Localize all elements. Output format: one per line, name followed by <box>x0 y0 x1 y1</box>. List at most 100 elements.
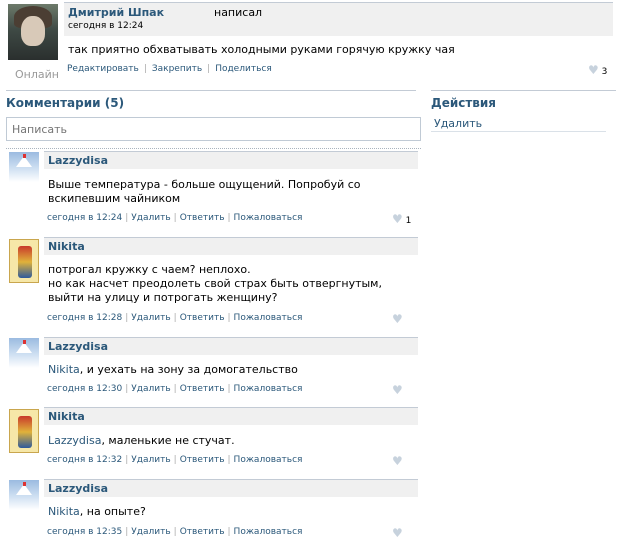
actions-title: Действия <box>431 96 497 110</box>
mention-link[interactable]: Nikita <box>48 363 80 376</box>
comment-author[interactable]: Nikita <box>48 410 85 423</box>
comment-like-button[interactable]: ♥ <box>392 313 403 326</box>
post-header: Дмитрий Шпак написал сегодня в 12:24 <box>64 2 613 36</box>
separator: | <box>207 64 211 74</box>
card-figure <box>18 246 32 278</box>
comment-header: Nikita <box>44 407 418 425</box>
comment-meta: сегодня в 12:28 | Удалить | Ответить | Пожалов… <box>47 313 302 323</box>
comment-date[interactable]: сегодня в 12:30 <box>47 384 122 394</box>
separator: | <box>173 455 177 465</box>
heart-icon: ♥ <box>392 212 403 226</box>
heart-icon: ♥ <box>588 63 599 77</box>
avatar-face <box>21 16 45 46</box>
comment-text: потрогал кружку с чаем? неплохо. но как … <box>48 263 382 304</box>
separator: | <box>227 384 231 394</box>
mountain-avatar[interactable] <box>9 480 39 510</box>
comment-text-wrap: Nikita, на опыте? <box>48 505 408 519</box>
separator: | <box>125 313 129 323</box>
online-status: Онлайн <box>15 68 59 81</box>
comment-text: , маленькие не стучат. <box>101 434 235 447</box>
playing-card-avatar[interactable] <box>9 409 39 453</box>
comment-date[interactable]: сегодня в 12:28 <box>47 313 122 323</box>
separator: | <box>173 384 177 394</box>
comment-header: Lazzydisa <box>44 151 418 169</box>
flag-shape <box>23 482 26 486</box>
post-date[interactable]: сегодня в 12:24 <box>68 21 143 31</box>
pin-link[interactable]: Закрепить <box>152 64 202 74</box>
comment-header: Lazzydisa <box>44 337 418 355</box>
comment-header: Nikita <box>44 237 418 255</box>
comment-author[interactable]: Nikita <box>48 240 85 253</box>
post-verb: написал <box>214 6 263 19</box>
divider <box>6 90 416 91</box>
heart-icon: ♥ <box>392 454 403 468</box>
comments-title: Комментарии (5) <box>6 96 125 110</box>
reply-link[interactable]: Ответить <box>180 213 225 223</box>
delete-comment-link[interactable]: Удалить <box>131 527 170 537</box>
mountain-avatar[interactable] <box>9 338 39 368</box>
playing-card-avatar[interactable] <box>9 239 39 283</box>
delete-comment-link[interactable]: Удалить <box>131 384 170 394</box>
flag-shape <box>23 154 26 158</box>
divider <box>431 90 616 91</box>
dotted-divider <box>6 148 421 149</box>
edit-link[interactable]: Редактировать <box>67 64 139 74</box>
separator: | <box>125 455 129 465</box>
mention-link[interactable]: Nikita <box>48 505 80 518</box>
comment-like-button[interactable]: ♥ <box>392 384 403 397</box>
reply-link[interactable]: Ответить <box>180 527 225 537</box>
mountain-avatar[interactable] <box>9 152 39 182</box>
separator: | <box>125 384 129 394</box>
comment-like-button[interactable]: ♥ <box>392 455 403 468</box>
post-text: так приятно обхватывать холодными руками… <box>68 43 455 56</box>
comment-like-button[interactable]: ♥ <box>392 527 403 540</box>
separator: | <box>227 527 231 537</box>
post-author-avatar[interactable] <box>8 4 58 60</box>
separator: | <box>227 313 231 323</box>
comment-author[interactable]: Lazzydisa <box>48 482 108 495</box>
comment-text-wrap: Lazzydisa, маленькие не стучат. <box>48 434 408 448</box>
heart-icon: ♥ <box>392 526 403 540</box>
comment-date[interactable]: сегодня в 12:32 <box>47 455 122 465</box>
report-link[interactable]: Пожаловаться <box>234 527 303 537</box>
report-link[interactable]: Пожаловаться <box>234 384 303 394</box>
comment-text: , и уехать на зону за домогательство <box>79 363 298 376</box>
report-link[interactable]: Пожаловаться <box>234 313 303 323</box>
separator: | <box>227 455 231 465</box>
comment-like-count: 1 <box>405 216 412 226</box>
separator: | <box>173 313 177 323</box>
post-author-name[interactable]: Дмитрий Шпак <box>68 6 164 19</box>
separator: | <box>125 527 129 537</box>
reply-link[interactable]: Ответить <box>180 313 225 323</box>
comment-author[interactable]: Lazzydisa <box>48 154 108 167</box>
comment-like-button[interactable]: ♥ 1 <box>392 213 411 226</box>
separator: | <box>143 64 147 74</box>
mention-link[interactable]: Lazzydisa <box>48 434 101 447</box>
comment-text: , на опыте? <box>79 505 146 518</box>
comment-header: Lazzydisa <box>44 479 418 497</box>
comment-author[interactable]: Lazzydisa <box>48 340 108 353</box>
comment-date[interactable]: сегодня в 12:24 <box>47 213 122 223</box>
comment-meta: сегодня в 12:30 | Удалить | Ответить | Пожалов… <box>47 384 302 394</box>
delete-post-link[interactable]: Удалить <box>434 117 482 130</box>
comment-input[interactable] <box>6 117 421 141</box>
delete-comment-link[interactable]: Удалить <box>131 313 170 323</box>
comment-text: Выше температура - больше ощущений. Попр… <box>48 178 361 205</box>
reply-link[interactable]: Ответить <box>180 455 225 465</box>
report-link[interactable]: Пожаловаться <box>234 455 303 465</box>
post-like-count: 3 <box>601 67 608 77</box>
delete-comment-link[interactable]: Удалить <box>131 455 170 465</box>
divider <box>431 131 606 132</box>
separator: | <box>173 527 177 537</box>
comment-date[interactable]: сегодня в 12:35 <box>47 527 122 537</box>
reply-link[interactable]: Ответить <box>180 384 225 394</box>
comment-meta: сегодня в 12:24 | Удалить | Ответить | Пожалов… <box>47 213 302 223</box>
heart-icon: ♥ <box>392 383 403 397</box>
share-link[interactable]: Поделиться <box>215 64 272 74</box>
post-like-button[interactable]: ♥ 3 <box>588 64 607 77</box>
card-figure <box>18 416 32 448</box>
separator: | <box>227 213 231 223</box>
comment-text-wrap: Nikita, и уехать на зону за домогательст… <box>48 363 408 377</box>
report-link[interactable]: Пожаловаться <box>234 213 303 223</box>
delete-comment-link[interactable]: Удалить <box>131 213 170 223</box>
